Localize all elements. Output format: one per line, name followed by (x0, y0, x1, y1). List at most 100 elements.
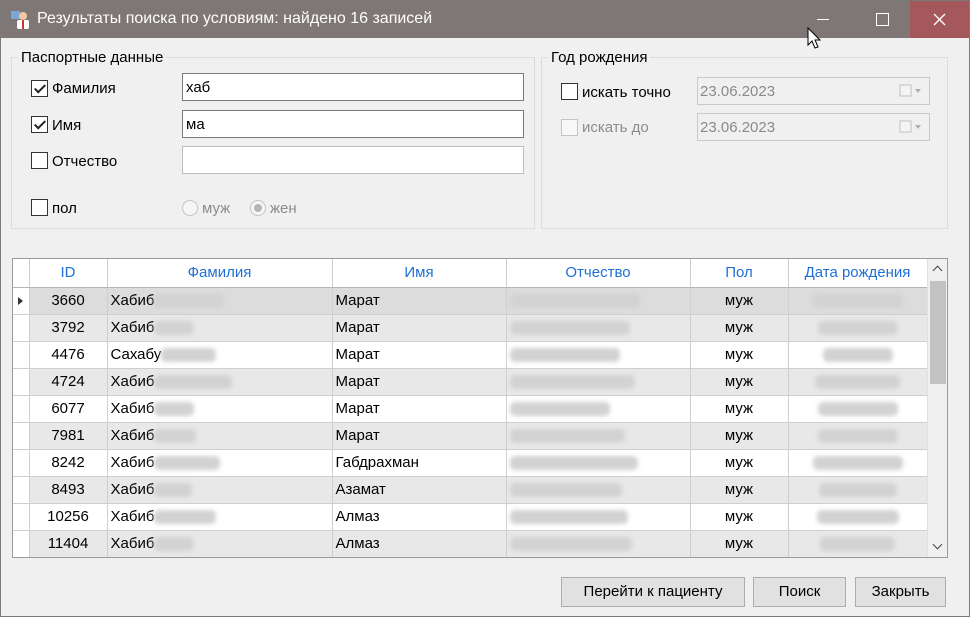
cell-birthdate[interactable] (788, 287, 928, 315)
cell-name[interactable]: Марат (332, 368, 507, 396)
cell-patronymic[interactable] (506, 287, 691, 315)
row-header-cell[interactable] (13, 287, 30, 315)
row-header-cell[interactable] (13, 395, 30, 423)
row-header-cell[interactable] (13, 422, 30, 450)
cell-patronymic[interactable] (506, 503, 691, 531)
cell-sex[interactable]: муж (690, 530, 789, 557)
sex-checkbox[interactable] (31, 199, 48, 216)
cell-birthdate[interactable] (788, 341, 928, 369)
cell-surname[interactable]: Хабиб (107, 476, 333, 504)
results-grid[interactable]: ID Фамилия Имя Отчество Пол Дата рождени… (12, 258, 948, 558)
cell-patronymic[interactable] (506, 314, 691, 342)
column-header-patronymic[interactable]: Отчество (506, 259, 691, 288)
row-header-cell[interactable] (13, 476, 30, 504)
row-header-cell[interactable] (13, 368, 30, 396)
cell-sex[interactable]: муж (690, 368, 789, 396)
cell-birthdate[interactable] (788, 368, 928, 396)
cell-birthdate[interactable] (788, 422, 928, 450)
cell-name[interactable]: Марат (332, 287, 507, 315)
cell-birthdate[interactable] (788, 314, 928, 342)
cell-sex[interactable]: муж (690, 476, 789, 504)
cell-surname[interactable]: Хабиб (107, 287, 333, 315)
cell-name[interactable]: Марат (332, 341, 507, 369)
cell-surname[interactable]: Хабиб (107, 395, 333, 423)
calendar-dropdown-icon[interactable] (899, 84, 925, 98)
cell-name[interactable]: Габдрахман (332, 449, 507, 477)
calendar-dropdown-icon[interactable] (899, 120, 925, 134)
minimize-button[interactable] (794, 1, 852, 38)
cell-name[interactable]: Азамат (332, 476, 507, 504)
search-exact-checkbox[interactable] (561, 83, 578, 100)
cell-id[interactable]: 8242 (29, 449, 108, 477)
search-button[interactable]: Поиск (753, 577, 846, 607)
cell-birthdate[interactable] (788, 395, 928, 423)
column-header-birthdate[interactable]: Дата рождения (788, 259, 928, 288)
cell-name[interactable]: Марат (332, 422, 507, 450)
row-header-cell[interactable] (13, 530, 30, 557)
table-row[interactable]: 4476 Сахабу Марат муж (13, 341, 928, 369)
table-row[interactable]: 11404 Хабиб Алмаз муж (13, 530, 928, 557)
scrollbar-thumb[interactable] (930, 281, 946, 384)
row-header-cell[interactable] (13, 314, 30, 342)
row-header-cell[interactable] (13, 449, 30, 477)
table-row[interactable]: 7981 Хабиб Марат муж (13, 422, 928, 450)
cell-id[interactable]: 7981 (29, 422, 108, 450)
cell-name[interactable]: Алмаз (332, 530, 507, 557)
cell-surname[interactable]: Хабиб (107, 503, 333, 531)
table-row[interactable]: 4724 Хабиб Марат муж (13, 368, 928, 396)
until-date-picker[interactable]: 23.06.2023 (697, 113, 930, 141)
cell-sex[interactable]: муж (690, 395, 789, 423)
cell-id[interactable]: 11404 (29, 530, 108, 557)
cell-id[interactable]: 8493 (29, 476, 108, 504)
table-row[interactable]: 8493 Хабиб Азамат муж (13, 476, 928, 504)
cell-id[interactable]: 3792 (29, 314, 108, 342)
table-row[interactable]: 6077 Хабиб Марат муж (13, 395, 928, 423)
cell-name[interactable]: Марат (332, 314, 507, 342)
cell-surname[interactable]: Хабиб (107, 530, 333, 557)
cell-name[interactable]: Алмаз (332, 503, 507, 531)
cell-birthdate[interactable] (788, 503, 928, 531)
patronymic-input[interactable] (182, 146, 524, 174)
cell-id[interactable]: 4724 (29, 368, 108, 396)
cell-id[interactable]: 10256 (29, 503, 108, 531)
cell-sex[interactable]: муж (690, 422, 789, 450)
cell-patronymic[interactable] (506, 422, 691, 450)
name-checkbox[interactable] (31, 116, 48, 133)
cell-patronymic[interactable] (506, 476, 691, 504)
cell-patronymic[interactable] (506, 530, 691, 557)
column-header-sex[interactable]: Пол (690, 259, 789, 288)
patronymic-checkbox[interactable] (31, 152, 48, 169)
cell-birthdate[interactable] (788, 530, 928, 557)
close-button[interactable]: Закрыть (855, 577, 946, 607)
column-header-surname[interactable]: Фамилия (107, 259, 333, 288)
close-window-button[interactable] (910, 1, 969, 38)
grid-vertical-scrollbar[interactable] (927, 259, 947, 557)
row-header-cell[interactable] (13, 341, 30, 369)
row-header-cell[interactable] (13, 503, 30, 531)
column-header-id[interactable]: ID (29, 259, 108, 288)
cell-id[interactable]: 3660 (29, 287, 108, 315)
goto-patient-button[interactable]: Перейти к пациенту (561, 577, 745, 607)
cell-id[interactable]: 6077 (29, 395, 108, 423)
sex-female-radio[interactable] (250, 200, 266, 216)
cell-birthdate[interactable] (788, 476, 928, 504)
surname-input[interactable] (182, 73, 524, 101)
sex-male-radio[interactable] (182, 200, 198, 216)
cell-patronymic[interactable] (506, 449, 691, 477)
table-row[interactable]: 8242 Хабиб Габдрахман муж (13, 449, 928, 477)
cell-surname[interactable]: Хабиб (107, 368, 333, 396)
scroll-up-arrow-icon[interactable] (928, 259, 947, 279)
column-header-name[interactable]: Имя (332, 259, 507, 288)
cell-name[interactable]: Марат (332, 395, 507, 423)
table-row[interactable]: 3792 Хабиб Марат муж (13, 314, 928, 342)
cell-sex[interactable]: муж (690, 287, 789, 315)
scroll-down-arrow-icon[interactable] (928, 537, 947, 557)
surname-checkbox[interactable] (31, 80, 48, 97)
cell-sex[interactable]: муж (690, 314, 789, 342)
table-row[interactable]: 10256 Хабиб Алмаз муж (13, 503, 928, 531)
cell-patronymic[interactable] (506, 368, 691, 396)
cell-surname[interactable]: Сахабу (107, 341, 333, 369)
cell-sex[interactable]: муж (690, 449, 789, 477)
cell-sex[interactable]: муж (690, 503, 789, 531)
cell-surname[interactable]: Хабиб (107, 422, 333, 450)
